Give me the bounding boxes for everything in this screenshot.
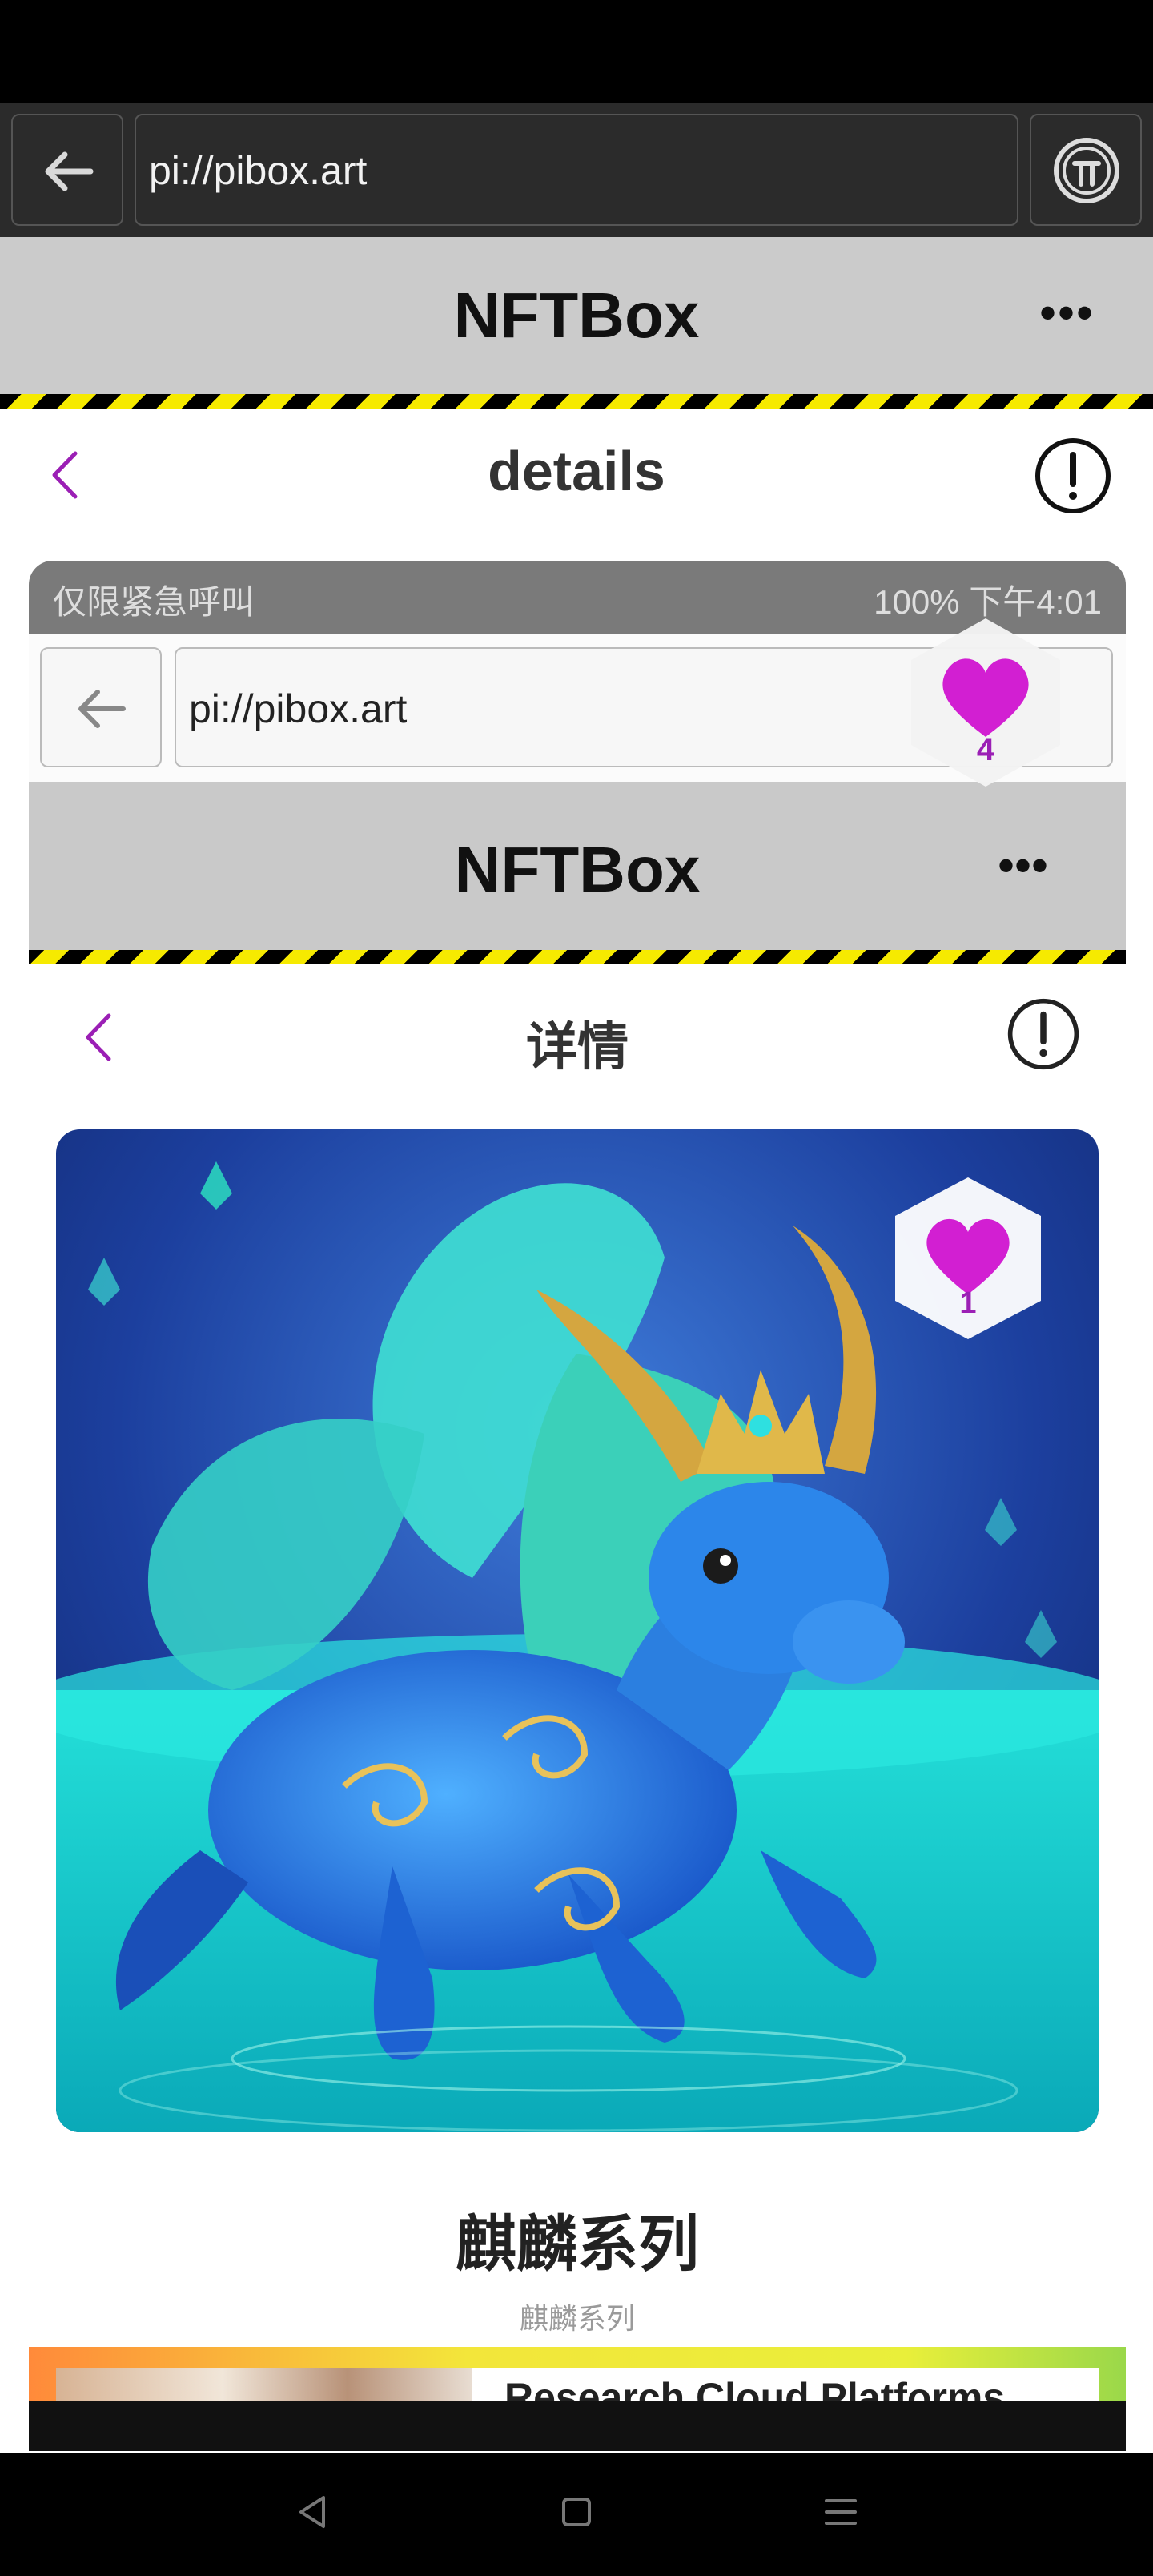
like-count-inner: 1	[959, 1286, 977, 1320]
menu-lines-icon[interactable]	[817, 2488, 865, 2536]
embedded-app-title: NFTBox	[454, 834, 701, 905]
nft-artwork[interactable]: 1	[56, 1129, 1099, 2132]
info-icon[interactable]	[1033, 436, 1113, 516]
embedded-details-nav: 详情	[29, 964, 1126, 1101]
more-icon[interactable]: •••	[998, 838, 1048, 893]
embedded-url-text: pi://pibox.art	[189, 686, 408, 731]
hazard-stripe	[29, 950, 1126, 964]
page-title: details	[488, 440, 665, 502]
embedded-screenshot: 仅限紧急呼叫 100% 下午4:01 pi://pibox.art NFTBox…	[29, 561, 1126, 2451]
like-badge-inner[interactable]: 1	[881, 1174, 1055, 1342]
embedded-app-header: NFTBox •••	[29, 782, 1126, 950]
status-bar	[0, 0, 1153, 103]
more-icon[interactable]: •••	[1039, 285, 1095, 340]
pi-browser-button[interactable]	[1030, 114, 1142, 226]
collection-subtitle: 麒麟系列	[519, 2302, 635, 2335]
app-header: NFTBox •••	[0, 237, 1153, 394]
url-text: pi://pibox.art	[149, 148, 368, 193]
back-arrow-icon	[45, 151, 94, 191]
details-nav: details	[0, 409, 1153, 529]
embedded-nav-bar	[29, 2401, 1126, 2451]
embedded-page-title: 详情	[526, 1018, 629, 1076]
status-left-text: 仅限紧急呼叫	[53, 583, 255, 621]
hazard-stripe	[0, 394, 1153, 409]
collection-title: 麒麟系列	[456, 2211, 699, 2279]
back-triangle-icon[interactable]	[288, 2488, 336, 2536]
app-title: NFTBox	[453, 280, 700, 351]
embedded-back-button[interactable]	[40, 647, 162, 767]
pi-logo-icon	[1054, 138, 1119, 203]
url-field[interactable]: pi://pibox.art	[135, 114, 1018, 226]
browser-bar: pi://pibox.art	[0, 103, 1153, 237]
info-icon[interactable]	[1006, 996, 1081, 1072]
like-badge-outer[interactable]: 4	[898, 615, 1073, 790]
browser-back-button[interactable]	[11, 114, 123, 226]
like-count-outer: 4	[976, 732, 995, 767]
back-arrow-icon	[78, 690, 126, 728]
system-nav-bar	[0, 2453, 1153, 2576]
home-square-icon[interactable]	[552, 2488, 601, 2536]
